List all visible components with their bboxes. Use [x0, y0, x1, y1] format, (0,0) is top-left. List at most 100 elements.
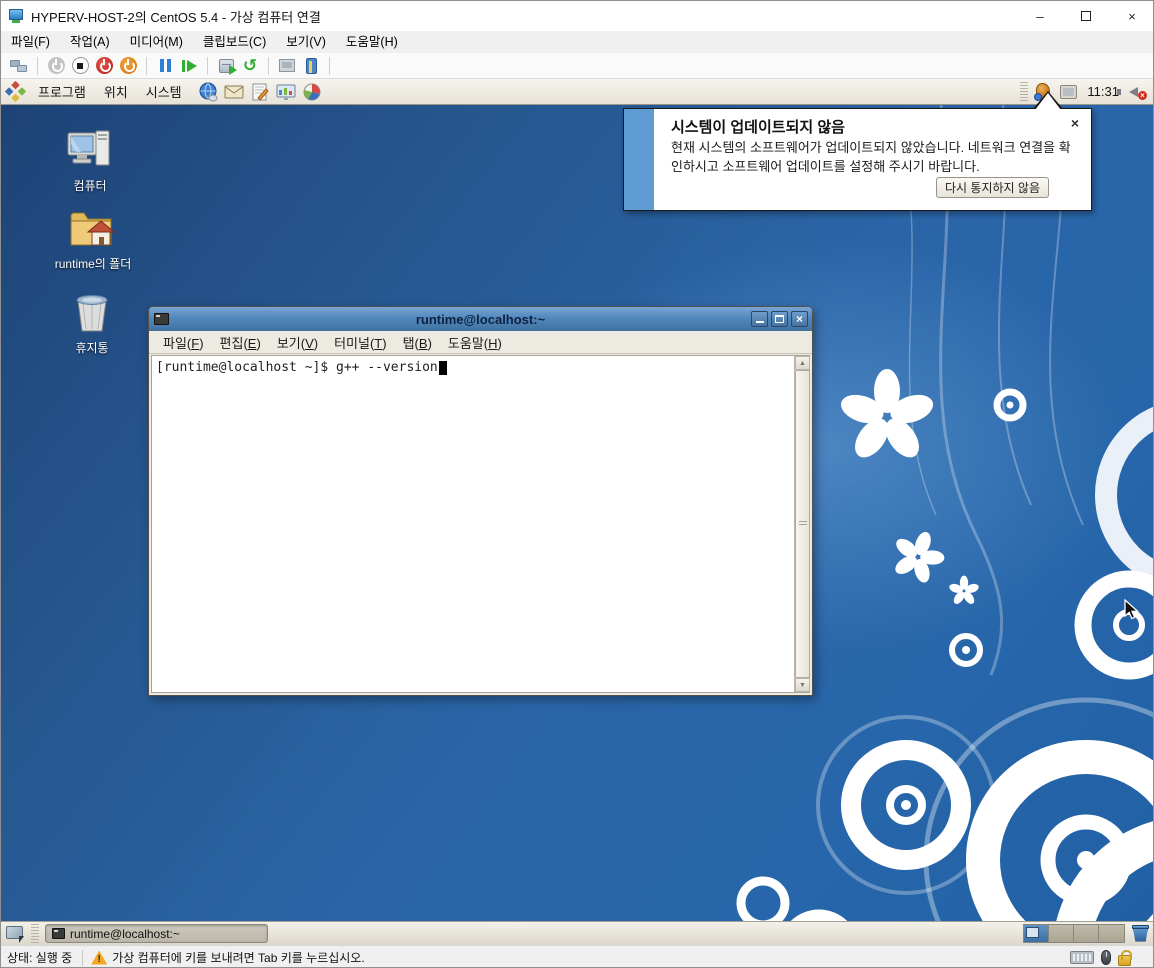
desktop-icon-trash[interactable]: 휴지통	[37, 289, 147, 356]
scrollbar-thumb[interactable]	[795, 370, 810, 678]
places-menu[interactable]: 위치	[95, 82, 137, 101]
workspace-3[interactable]	[1074, 925, 1099, 942]
close-button[interactable]: ×	[1109, 1, 1154, 31]
keyboard-status-icon	[1070, 951, 1094, 964]
vm-status-hint: 가상 컴퓨터에 키를 보내려면 Tab 키를 누르십시오.	[112, 949, 364, 966]
menu-clipboard[interactable]: 클립보드(C)	[193, 31, 276, 53]
toolbar-separator	[207, 57, 208, 75]
minimize-button[interactable]: –	[1017, 1, 1063, 31]
revert-button[interactable]: ↺	[238, 55, 262, 77]
terminal-content-area[interactable]: [runtime@localhost ~]$ g++ --version ▲ ▼	[151, 355, 810, 693]
trash-applet-icon[interactable]	[1131, 924, 1151, 944]
clock[interactable]: 11:31	[1087, 84, 1119, 99]
toolbar-separator	[329, 57, 330, 75]
terminal-task-icon	[52, 928, 65, 939]
disk-icon	[306, 58, 317, 74]
terminal-menubar: 파일(F) 편집(E) 보기(V) 터미널(T) 탭(B) 도움말(H)	[149, 331, 812, 354]
presentation-icon	[276, 82, 296, 102]
maximize-icon	[1081, 11, 1091, 21]
terminal-menu-tabs[interactable]: 탭(B)	[395, 333, 440, 352]
email-launcher[interactable]	[223, 81, 245, 103]
keys-icon	[10, 60, 28, 72]
shutdown-button[interactable]	[116, 55, 140, 77]
terminal-menu-help[interactable]: 도움말(H)	[440, 333, 510, 352]
notification-title: 시스템이 업데이트되지 않음	[671, 116, 845, 137]
minimize-icon	[756, 321, 764, 323]
close-icon: ×	[796, 313, 803, 325]
maximize-button[interactable]	[1063, 1, 1109, 31]
workspace-4[interactable]	[1099, 925, 1124, 942]
power-red-icon	[96, 57, 113, 74]
scroll-up-icon[interactable]: ▲	[795, 356, 810, 370]
stop-button[interactable]	[68, 55, 92, 77]
workspace-1[interactable]	[1024, 925, 1049, 942]
envelope-icon	[224, 82, 244, 102]
terminal-titlebar[interactable]: runtime@localhost:~ ×	[149, 307, 812, 331]
panel-drag-handle[interactable]	[31, 924, 39, 944]
hyperv-app-icon	[9, 9, 25, 23]
impress-launcher[interactable]	[275, 81, 297, 103]
power-orange-icon	[120, 57, 137, 74]
terminal-maximize-button[interactable]	[771, 311, 788, 327]
ctrl-alt-del-button[interactable]	[7, 55, 31, 77]
menu-media[interactable]: 미디어(M)	[120, 31, 193, 53]
desktop-icon-home-folder[interactable]: runtime의 폴더	[38, 205, 148, 272]
volume-muted-icon[interactable]: ×	[1129, 84, 1147, 100]
do-not-notify-button[interactable]: 다시 통지하지 않음	[936, 177, 1049, 198]
show-desktop-button[interactable]	[4, 924, 26, 944]
centos-logo-icon[interactable]	[5, 81, 26, 102]
terminal-menu-file[interactable]: 파일(F)	[155, 333, 212, 352]
screen-resize-button	[275, 55, 299, 77]
pause-icon	[160, 59, 171, 72]
calc-launcher[interactable]	[301, 81, 323, 103]
terminal-prompt-line: [runtime@localhost ~]$ g++ --version	[152, 356, 794, 692]
workspace-2[interactable]	[1049, 925, 1074, 942]
notification-pointer-fill	[1035, 93, 1061, 110]
desktop-icon-computer[interactable]: 컴퓨터	[35, 127, 145, 194]
vm-window-title: HYPERV-HOST-2의 CentOS 5.4 - 가상 컴퓨터 연결	[31, 7, 321, 26]
vm-toolbar: ↺	[1, 53, 1154, 79]
toolbar-separator	[268, 57, 269, 75]
terminal-close-button[interactable]: ×	[791, 311, 808, 327]
terminal-menu-view[interactable]: 보기(V)	[269, 333, 326, 352]
menu-action[interactable]: 작업(A)	[60, 31, 120, 53]
menu-help[interactable]: 도움말(H)	[336, 31, 408, 53]
pie-chart-icon	[302, 82, 322, 102]
menu-view[interactable]: 보기(V)	[276, 31, 336, 53]
checkpoint-icon	[219, 59, 234, 73]
terminal-scrollbar[interactable]: ▲ ▼	[794, 356, 809, 692]
terminal-menu-terminal[interactable]: 터미널(T)	[326, 333, 395, 352]
start-button-disabled	[44, 55, 68, 77]
resume-button[interactable]	[177, 55, 201, 77]
checkpoint-button[interactable]	[214, 55, 238, 77]
terminal-menu-edit[interactable]: 편집(E)	[212, 333, 269, 352]
applications-menu[interactable]: 프로그램	[29, 82, 95, 101]
terminal-title: runtime@localhost:~	[149, 312, 812, 327]
taskbar-button-terminal[interactable]: runtime@localhost:~	[45, 924, 268, 943]
system-menu[interactable]: 시스템	[137, 82, 191, 101]
notification-close-icon[interactable]: ×	[1071, 116, 1079, 130]
web-browser-launcher[interactable]	[197, 81, 219, 103]
turn-off-button[interactable]	[92, 55, 116, 77]
mouse-status-icon	[1101, 950, 1111, 965]
vm-statusbar: 상태: 실행 중 가상 컴퓨터에 키를 보내려면 Tab 키를 누르십시오.	[1, 945, 1154, 968]
panel-launchers	[197, 81, 323, 103]
insert-disk-button[interactable]	[299, 55, 323, 77]
vm-titlebar: HYPERV-HOST-2의 CentOS 5.4 - 가상 컴퓨터 연결 – …	[1, 1, 1154, 31]
desktop-icon-label: runtime의 폴더	[55, 255, 131, 272]
update-notification-balloon: 시스템이 업데이트되지 않음 × 현재 시스템의 소프트웨어가 업데이트되지 않…	[623, 108, 1092, 211]
home-folder-icon	[68, 205, 118, 251]
menu-file[interactable]: 파일(F)	[1, 31, 60, 53]
toolbar-separator	[146, 57, 147, 75]
terminal-cursor	[439, 361, 447, 375]
pause-button[interactable]	[153, 55, 177, 77]
writer-launcher[interactable]	[249, 81, 271, 103]
revert-icon: ↺	[243, 57, 257, 74]
scroll-down-icon[interactable]: ▼	[795, 678, 810, 692]
trash-icon	[70, 289, 114, 335]
gnome-top-panel: 프로그램 위치 시스템	[1, 79, 1154, 105]
mouse-cursor	[1123, 599, 1143, 621]
panel-drag-handle[interactable]	[1020, 82, 1028, 102]
taskbar-button-label: runtime@localhost:~	[70, 927, 180, 941]
terminal-minimize-button[interactable]	[751, 311, 768, 327]
